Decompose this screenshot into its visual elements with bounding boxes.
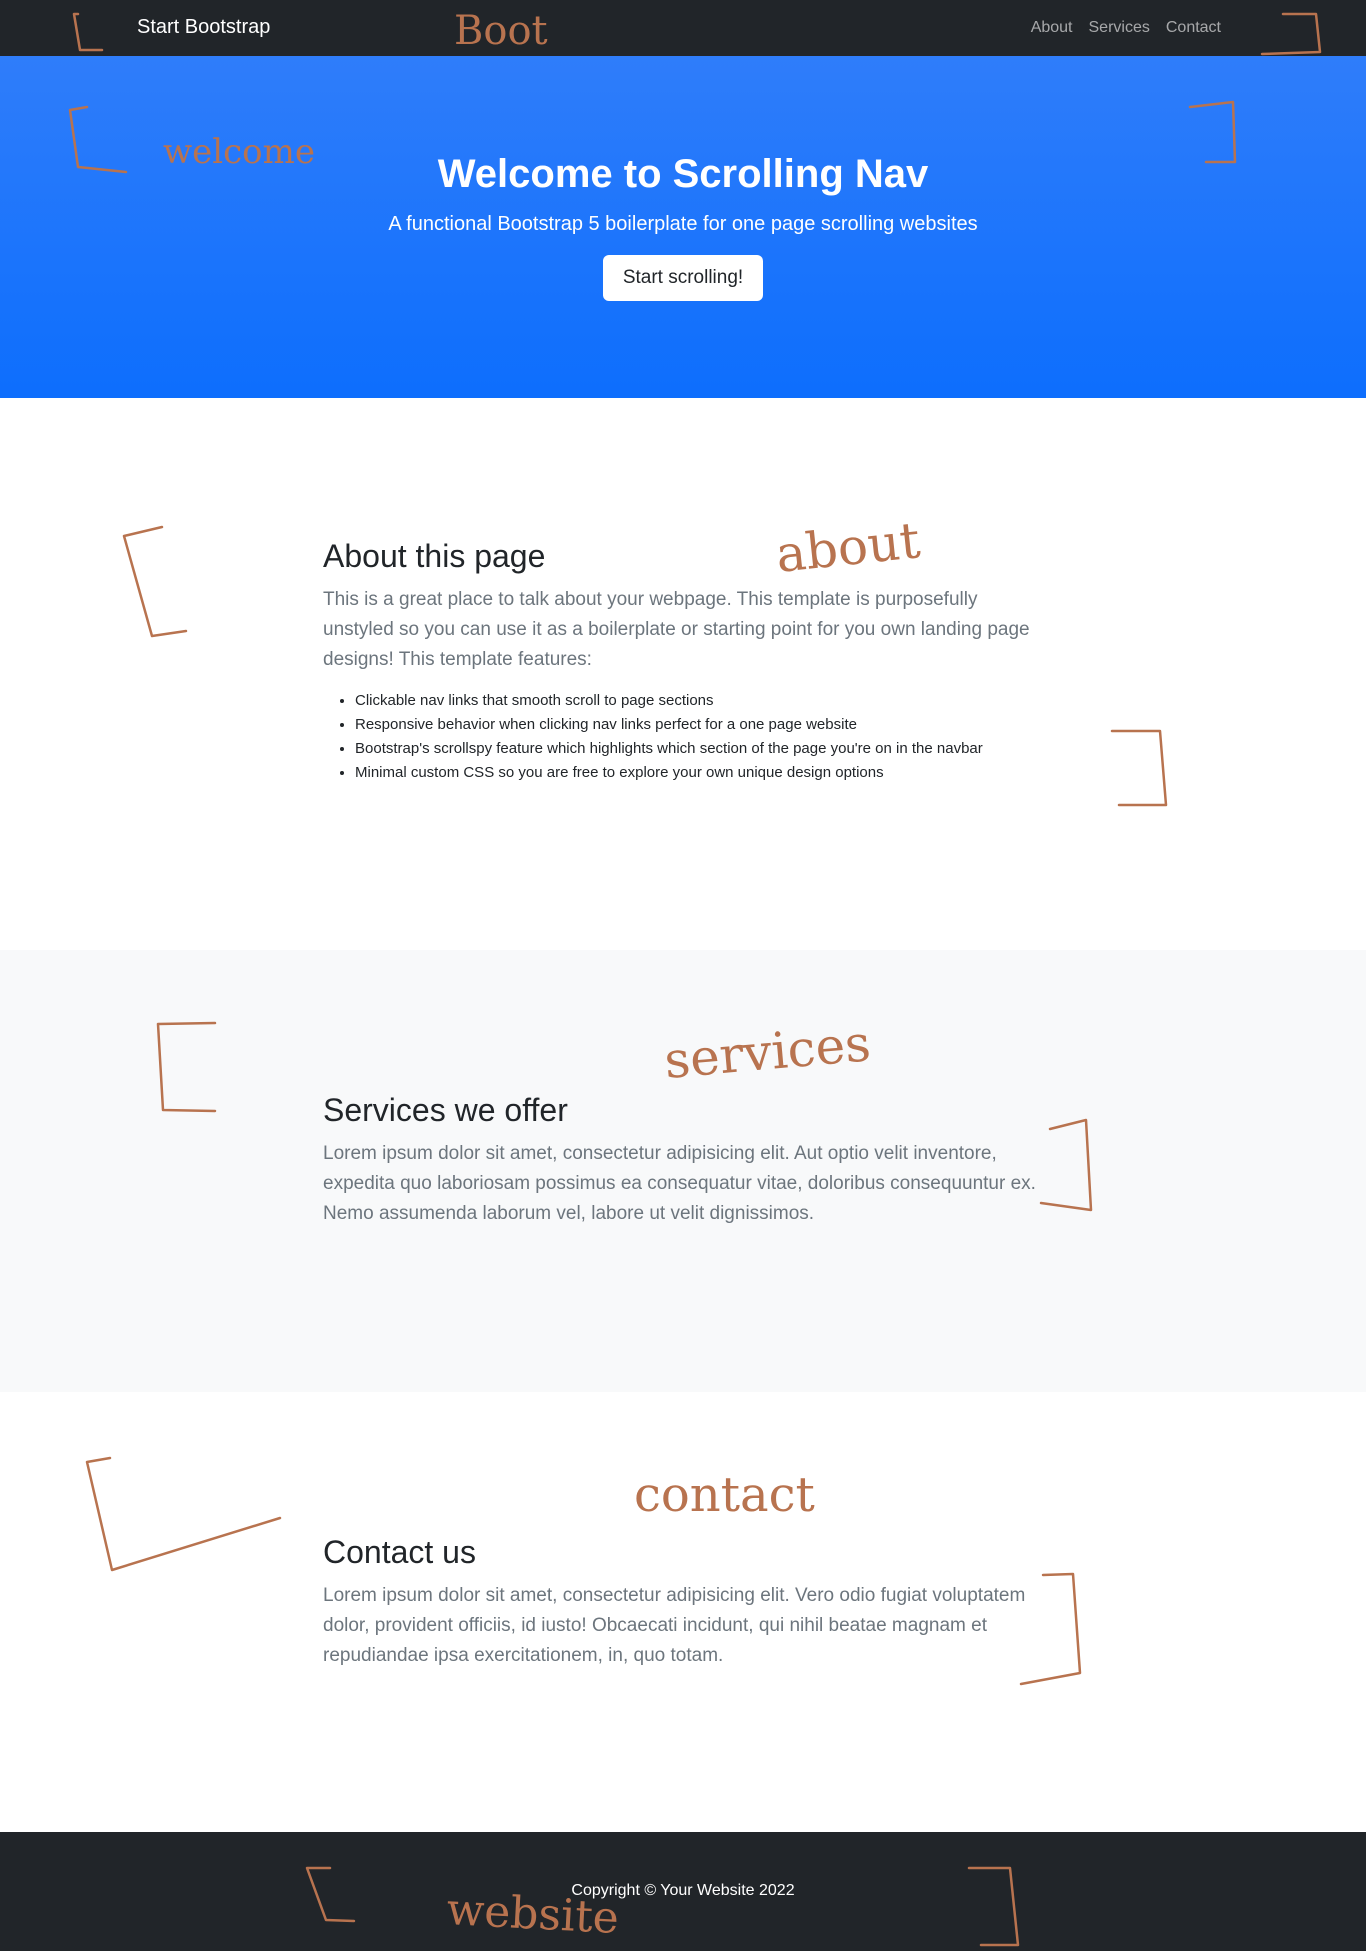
feature-item: Minimal custom CSS so you are free to ex… <box>355 761 1043 785</box>
nav-link-services[interactable]: Services <box>1089 19 1150 37</box>
about-content: About this page This is a great place to… <box>323 538 1043 785</box>
feature-item: Clickable nav links that smooth scroll t… <box>355 689 1043 713</box>
feature-item: Responsive behavior when clicking nav li… <box>355 713 1043 737</box>
services-heading: Services we offer <box>323 1092 568 1128</box>
start-scrolling-button[interactable]: Start scrolling! <box>603 255 763 301</box>
contact-section: Contact us Lorem ipsum dolor sit amet, c… <box>0 1392 1366 1832</box>
contact-heading: Contact us <box>323 1534 476 1570</box>
nav-link-contact[interactable]: Contact <box>1166 19 1221 37</box>
feature-list: Clickable nav links that smooth scroll t… <box>323 689 1043 785</box>
feature-item: Bootstrap's scrollspy feature which high… <box>355 737 1043 761</box>
about-lead: This is a great place to talk about your… <box>323 589 1030 670</box>
navbar-brand[interactable]: Start Bootstrap <box>137 16 270 39</box>
contact-lead: Lorem ipsum dolor sit amet, consectetur … <box>323 1585 1026 1666</box>
footer-copyright: Copyright © Your Website 2022 <box>571 1882 795 1899</box>
services-lead: Lorem ipsum dolor sit amet, consectetur … <box>323 1143 1036 1224</box>
hero-header: Welcome to Scrolling Nav A functional Bo… <box>0 56 1366 398</box>
services-content: Services we offer Lorem ipsum dolor sit … <box>323 1092 1043 1229</box>
top-navbar: Start Bootstrap About Services Contact <box>0 0 1366 56</box>
about-heading: About this page <box>323 538 546 574</box>
about-section: About this page This is a great place to… <box>0 398 1366 950</box>
hero-subtitle: A functional Bootstrap 5 boilerplate for… <box>388 213 978 235</box>
navbar-links: About Services Contact <box>1031 19 1221 37</box>
hero-title: Welcome to Scrolling Nav <box>437 152 929 196</box>
nav-link-about[interactable]: About <box>1031 19 1073 37</box>
page-footer: Copyright © Your Website 2022 <box>0 1832 1366 1951</box>
contact-content: Contact us Lorem ipsum dolor sit amet, c… <box>323 1534 1043 1671</box>
services-section: Services we offer Lorem ipsum dolor sit … <box>0 950 1366 1392</box>
